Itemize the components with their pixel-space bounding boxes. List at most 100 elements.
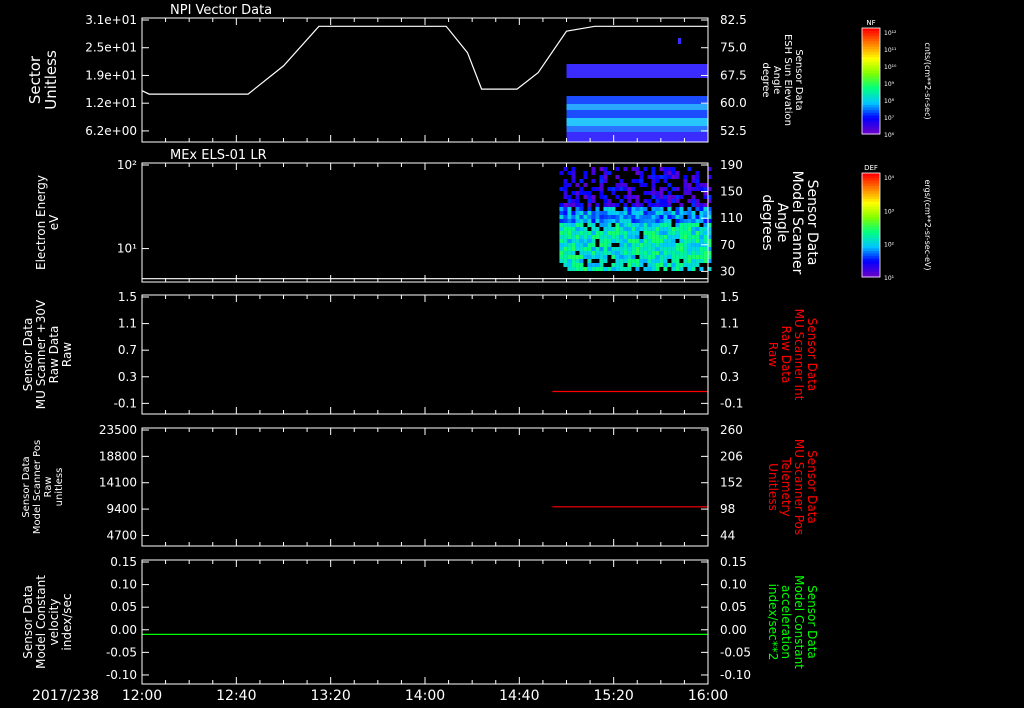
colorbar-tick-label: 10¹⁰ (884, 64, 897, 71)
spectrogram-cell-55 (567, 247, 572, 251)
spectrogram-cell-402 (639, 247, 644, 251)
spectrogram-cell-48 (567, 219, 572, 223)
spectrogram-cell-561 (671, 175, 676, 179)
spectrogram-cell-155 (587, 255, 592, 259)
spectrogram-cell-337 (627, 227, 632, 231)
spectrogram-cell-725 (703, 235, 708, 239)
spectrogram-cell-620 (683, 211, 688, 215)
spectrogram-cell-479 (655, 219, 660, 223)
spectrogram-cell-61 (571, 167, 576, 171)
spectrogram-cell-592 (675, 247, 680, 251)
spectrogram-cell-526 (663, 227, 668, 231)
spectrogram-cell-624 (683, 231, 688, 235)
spectrogram-cell-45 (567, 207, 572, 211)
time-tick-label: 15:20 (593, 688, 633, 704)
spectrogram-cell-677 (695, 179, 700, 183)
spectrogram-cell-288 (615, 267, 620, 271)
spectrogram-cell-684 (695, 219, 700, 223)
spectrogram-cell-178 (591, 267, 596, 271)
spectrogram-cell-527 (663, 231, 668, 235)
spectrogram-cell-350 (631, 187, 636, 191)
spectrogram-cell-313 (623, 207, 628, 211)
spectrogram-cell-184 (595, 219, 600, 223)
spectrogram-cell-383 (635, 243, 640, 247)
spectrogram-cell-180 (595, 203, 600, 207)
spectrogram-cell-167 (591, 219, 596, 223)
spectrogram-cell-562 (671, 187, 676, 191)
spectrogram-cell-189 (595, 251, 600, 255)
spectrogram-cell-637 (687, 199, 692, 203)
spectrogram-cell-420 (643, 243, 648, 247)
spectrogram-cell-37 (563, 255, 568, 259)
spectrogram-cell-708 (699, 247, 704, 251)
spectrogram-cell-175 (591, 251, 596, 255)
spectrogram-cell-186 (595, 231, 600, 235)
spectrogram-cell-456 (651, 215, 656, 219)
spectrogram-cell-80 (571, 259, 576, 263)
spectrogram-cell-635 (687, 187, 692, 191)
spectrogram-cell-354 (631, 211, 636, 215)
spectrogram-cell-613 (679, 263, 684, 267)
spectrogram-cell-577 (671, 267, 676, 271)
y-tick-label: 10² (117, 158, 137, 172)
spectrogram-cell-428 (647, 199, 652, 203)
y2-axis-label: acceleration (779, 585, 793, 659)
spectrogram-cell-645 (687, 235, 692, 239)
spectrogram-cell-424 (643, 259, 648, 263)
spectrogram-cell-293 (619, 211, 624, 215)
spectrogram-cell-419 (643, 239, 648, 243)
spectrogram-cell-31 (563, 231, 568, 235)
spectrogram-cell-221 (603, 207, 608, 211)
spectrogram-cell-578 (675, 171, 680, 175)
spectrogram-cell-179 (595, 187, 600, 191)
spectrogram-cell-256 (611, 207, 616, 211)
spectrogram-cell-404 (639, 255, 644, 259)
spectrogram-cell-43 (567, 199, 572, 203)
time-tick-label: 14:00 (405, 688, 445, 704)
spectrogram-cell-203 (599, 223, 604, 227)
spectrogram-cell-265 (611, 251, 616, 255)
spectrogram-cell-626 (683, 239, 688, 243)
y-tick-label: 0.10 (110, 578, 137, 592)
spectrogram-cell-590 (675, 235, 680, 239)
spectrogram-cell-444 (647, 267, 652, 271)
spectrogram-cell-476 (655, 207, 660, 211)
spectrogram-cell-575 (671, 259, 676, 263)
spectrogram-cell-217 (603, 179, 608, 183)
spectrogram-cell-225 (603, 223, 608, 227)
spectrogram-cell-443 (647, 263, 652, 267)
spectrogram-cell-103 (579, 179, 584, 183)
spectrogram-cell-399 (639, 227, 644, 231)
spectrogram-cell-502 (659, 219, 664, 223)
spectrogram-cell-691 (695, 247, 700, 251)
spectrogram-cell-278 (615, 223, 620, 227)
y-tick-label: 0.7 (118, 343, 137, 357)
spectrogram-cell-151 (587, 239, 592, 243)
spectrogram-cell-699 (699, 207, 704, 211)
spectrogram-cell-132 (583, 231, 588, 235)
spectrogram-cell-361 (631, 239, 636, 243)
spectrogram-cell-30 (563, 227, 568, 231)
spectrogram-cell-342 (627, 247, 632, 251)
spectrogram-cell-488 (655, 255, 660, 259)
spectrogram-cell-29 (563, 223, 568, 227)
spectrogram-cell-643 (687, 227, 692, 231)
spectrogram-cell-596 (675, 263, 680, 267)
spectrogram-cell-163 (591, 195, 596, 199)
spectrogram-cell-280 (615, 231, 620, 235)
spectrogram-cell-462 (651, 239, 656, 243)
spectrogram-cell-97 (575, 243, 580, 247)
y2-tick-label: 0.05 (720, 600, 747, 614)
y2-axis-label: degree (760, 62, 771, 97)
spectrogram-cell-182 (595, 211, 600, 215)
spectrogram-cell-150 (587, 235, 592, 239)
y2-tick-label: 0.3 (720, 370, 739, 384)
spectrogram-cell-474 (655, 199, 660, 203)
spectrogram-cell-159 (591, 167, 596, 171)
spectrogram-cell-710 (699, 255, 704, 259)
spectrogram-cell-262 (611, 235, 616, 239)
spectrogram-cell-364 (631, 251, 636, 255)
spectrogram-cell-191 (595, 263, 600, 267)
spectrogram-cell-459 (651, 227, 656, 231)
spectrogram-cell-106 (579, 203, 584, 207)
